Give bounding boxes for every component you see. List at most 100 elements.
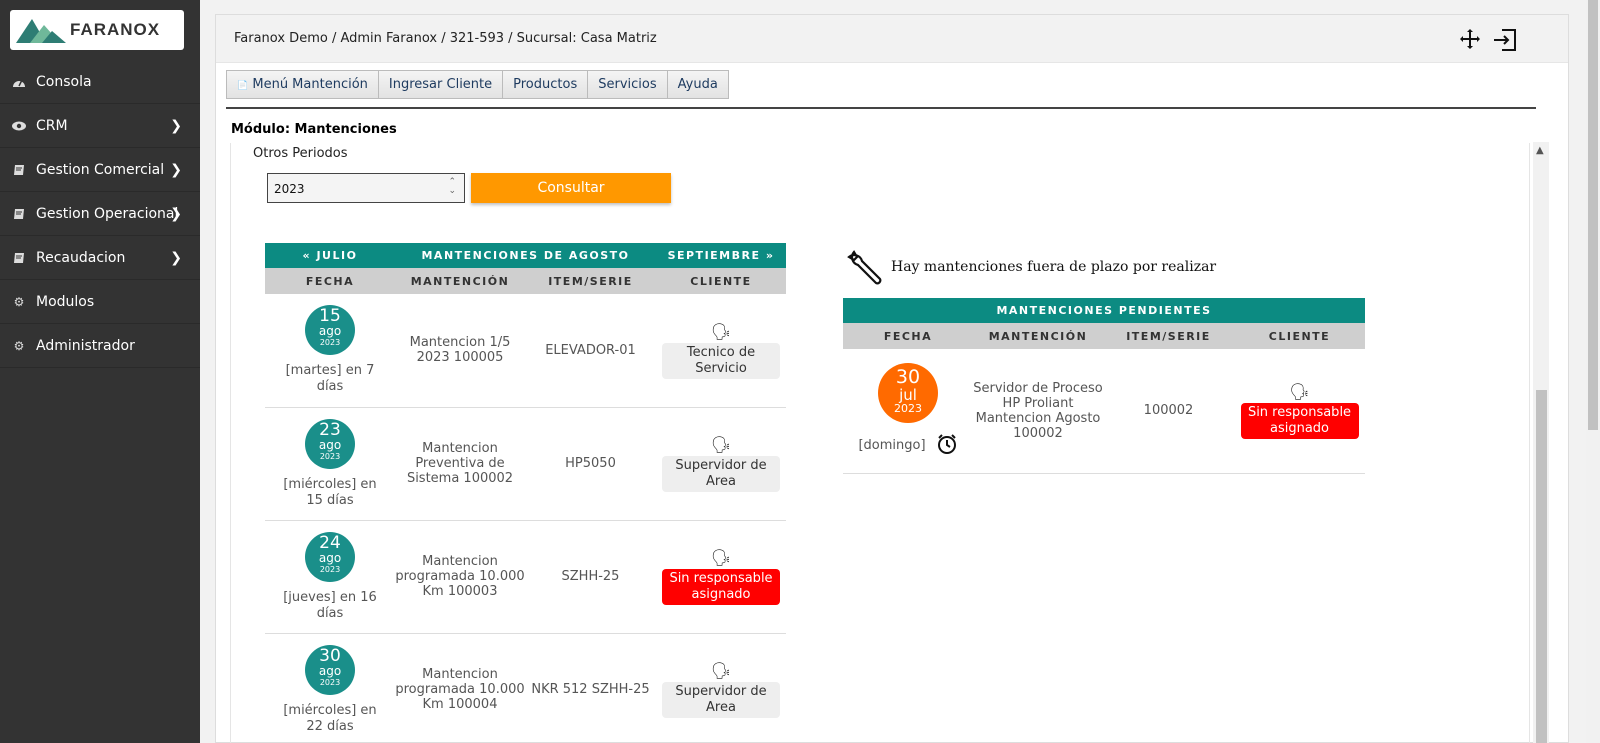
menu-ingresar-cliente[interactable]: Ingresar Cliente xyxy=(378,71,504,98)
date-badge: 23 ago 2023 xyxy=(305,418,355,469)
unassigned-badge: Sin responsable asignado xyxy=(662,569,780,605)
sidebar-item-label: CRM xyxy=(36,117,68,134)
panel-scroll-thumb[interactable] xyxy=(1536,390,1547,743)
doc-icon: 📄 xyxy=(237,81,249,91)
cliente-cell: 🗣 Sin responsable asignado xyxy=(656,520,786,634)
date-cell: 30 ago 2023 [miércoles] en 22 días xyxy=(265,633,395,743)
consultar-button[interactable]: Consultar xyxy=(471,173,671,203)
content-panel: Otros Periodos 2023 ⌃ ⌄ Consultar « JULIO… xyxy=(230,143,1530,743)
date-subtext: [miércoles] en 15 días xyxy=(283,476,377,508)
item-cell: HP5050 xyxy=(525,407,656,521)
sidebar-item-label: Gestion Comercial xyxy=(36,161,165,178)
chevron-right-icon: ❯ xyxy=(170,250,182,266)
cliente-cell: 🗣 Sin responsable asignado xyxy=(1234,349,1365,474)
window-scroll-thumb[interactable] xyxy=(1588,0,1598,430)
sidebar-item-label: Administrador xyxy=(36,337,135,354)
next-month-link[interactable]: SEPTIEMBRE » xyxy=(656,243,786,268)
module-title: Módulo: Mantenciones xyxy=(231,122,397,137)
date-badge: 30 ago 2023 xyxy=(305,644,355,695)
faranox-logo-icon xyxy=(16,19,66,43)
sidebar-item-gestion-operacional[interactable]: Gestion Operacional ❯ xyxy=(0,192,200,236)
spinner-icon[interactable]: ⌃ ⌄ xyxy=(448,178,456,196)
date-cell: 30 jul 2023 [domingo] xyxy=(843,349,973,474)
menu-productos[interactable]: Productos xyxy=(503,71,589,98)
brand-logo[interactable]: FARANOX xyxy=(10,10,184,50)
sidebar-item-label: Consola xyxy=(36,73,92,90)
sidebar-item-administrador[interactable]: ⚙ Administrador xyxy=(0,324,200,368)
calendar-title: MANTENCIONES DE AGOSTO xyxy=(395,243,656,268)
date-cell: 23 ago 2023 [miércoles] en 15 días xyxy=(265,407,395,521)
column-header: FECHA xyxy=(843,323,973,349)
sidebar-item-crm[interactable]: CRM ❯ xyxy=(0,104,200,148)
item-cell: 100002 xyxy=(1103,349,1234,474)
pending-table: MANTENCIONES PENDIENTES FECHA MANTENCIÓN… xyxy=(843,298,1365,474)
date-cell: 15 ago 2023 [martes] en 7 días xyxy=(265,294,395,408)
date-badge: 15 ago 2023 xyxy=(305,305,355,356)
year-input[interactable]: 2023 ⌃ ⌄ xyxy=(267,173,465,203)
column-header: CLIENTE xyxy=(656,268,786,294)
brand-name: FARANOX xyxy=(70,20,161,39)
scroll-up-icon[interactable]: ▲ xyxy=(1536,145,1544,156)
mantencion-cell: Mantencion Preventiva de Sistema 100002 xyxy=(395,407,525,521)
warning-text: Hay mantenciones fuera de plazo por real… xyxy=(891,259,1217,275)
date-subtext: [miércoles] en 22 días xyxy=(283,702,377,734)
table-row[interactable]: 30 jul 2023 [domingo] Servidor de Proceso … xyxy=(843,349,1365,474)
item-cell: ELEVADOR-01 xyxy=(525,294,656,408)
responsable-badge: Supervidor de Area xyxy=(662,682,780,718)
column-header: FECHA xyxy=(265,268,395,294)
menu-label: Menú Mantención xyxy=(252,77,368,92)
table-row[interactable]: 23 ago 2023 [miércoles] en 15 días Mantenc… xyxy=(265,407,786,521)
mantencion-cell: Mantencion programada 10.000 Km 100004 xyxy=(395,633,525,743)
sidebar-item-recaudacion[interactable]: Recaudacion ❯ xyxy=(0,236,200,280)
menu-mantencion[interactable]: 📄 Menú Mantención xyxy=(227,71,379,98)
menu-ayuda[interactable]: Ayuda xyxy=(667,71,728,98)
year-value: 2023 xyxy=(274,182,305,196)
date-subtext: [martes] en 7 días xyxy=(285,363,375,395)
item-cell: SZHH-25 xyxy=(525,520,656,634)
move-icon[interactable] xyxy=(1458,27,1482,56)
person-voice-icon: 🗣 xyxy=(710,548,732,567)
responsable-badge: Tecnico de Servicio xyxy=(662,342,780,379)
overdue-warning: Hay mantenciones fuera de plazo por real… xyxy=(845,248,1216,286)
logout-icon[interactable] xyxy=(1492,27,1518,58)
column-header: CLIENTE xyxy=(1234,323,1365,349)
cogs-icon: ⚙ xyxy=(13,338,25,353)
cogs-icon: ⚙ xyxy=(13,294,25,309)
sidebar-item-consola[interactable]: Consola xyxy=(0,60,200,104)
alarm-clock-icon xyxy=(936,433,958,459)
column-header: ITEM/SERIE xyxy=(1103,323,1234,349)
book-icon xyxy=(12,207,26,221)
wrench-icon xyxy=(847,250,882,285)
mantencion-cell: Mantencion 1/5 2023 100005 xyxy=(395,294,525,408)
unassigned-badge: Sin responsable asignado xyxy=(1240,403,1359,440)
date-badge: 24 ago 2023 xyxy=(305,531,355,582)
column-header: MANTENCIÓN xyxy=(973,323,1103,349)
book-icon xyxy=(12,163,26,177)
mantencion-cell: Mantencion programada 10.000 Km 100003 xyxy=(395,520,525,634)
table-row[interactable]: 24 ago 2023 [jueves] en 16 días Mantencion… xyxy=(265,520,786,634)
otros-periodos-label: Otros Periodos xyxy=(253,146,348,161)
menu-servicios[interactable]: Servicios xyxy=(588,71,668,98)
person-voice-icon: 🗣 xyxy=(710,661,732,680)
book-icon xyxy=(12,251,26,265)
date-subtext: [jueves] en 16 días xyxy=(283,589,377,621)
sidebar-item-modulos[interactable]: ⚙ Modulos xyxy=(0,280,200,324)
table-row[interactable]: 15 ago 2023 [martes] en 7 días Mantencion … xyxy=(265,294,786,408)
table-row[interactable]: 30 ago 2023 [miércoles] en 22 días Mantenc… xyxy=(265,633,786,743)
item-cell: NKR 512 SZHH-25 xyxy=(525,633,656,743)
pending-title: MANTENCIONES PENDIENTES xyxy=(843,298,1365,323)
top-bar: Faranox Demo / Admin Faranox / 321-593 /… xyxy=(216,15,1568,63)
main-content: Faranox Demo / Admin Faranox / 321-593 /… xyxy=(215,14,1569,743)
eye-icon xyxy=(12,119,26,133)
sidebar-item-gestion-comercial[interactable]: Gestion Comercial ❯ xyxy=(0,148,200,192)
overdue-date-badge: 30 jul 2023 xyxy=(878,362,938,423)
cliente-cell: 🗣 Supervidor de Area xyxy=(656,633,786,743)
sidebar-item-label: Modulos xyxy=(36,293,95,310)
sidebar-item-label: Recaudacion xyxy=(36,249,126,266)
prev-month-link[interactable]: « JULIO xyxy=(265,243,395,268)
sidebar-item-label: Gestion Operacional xyxy=(36,205,179,222)
date-cell: 24 ago 2023 [jueves] en 16 días xyxy=(265,520,395,634)
mantencion-cell: Servidor de Proceso HP Proliant Mantenci… xyxy=(973,349,1103,474)
date-subtext: [domingo] xyxy=(858,438,926,454)
cliente-cell: 🗣 Supervidor de Area xyxy=(656,407,786,521)
